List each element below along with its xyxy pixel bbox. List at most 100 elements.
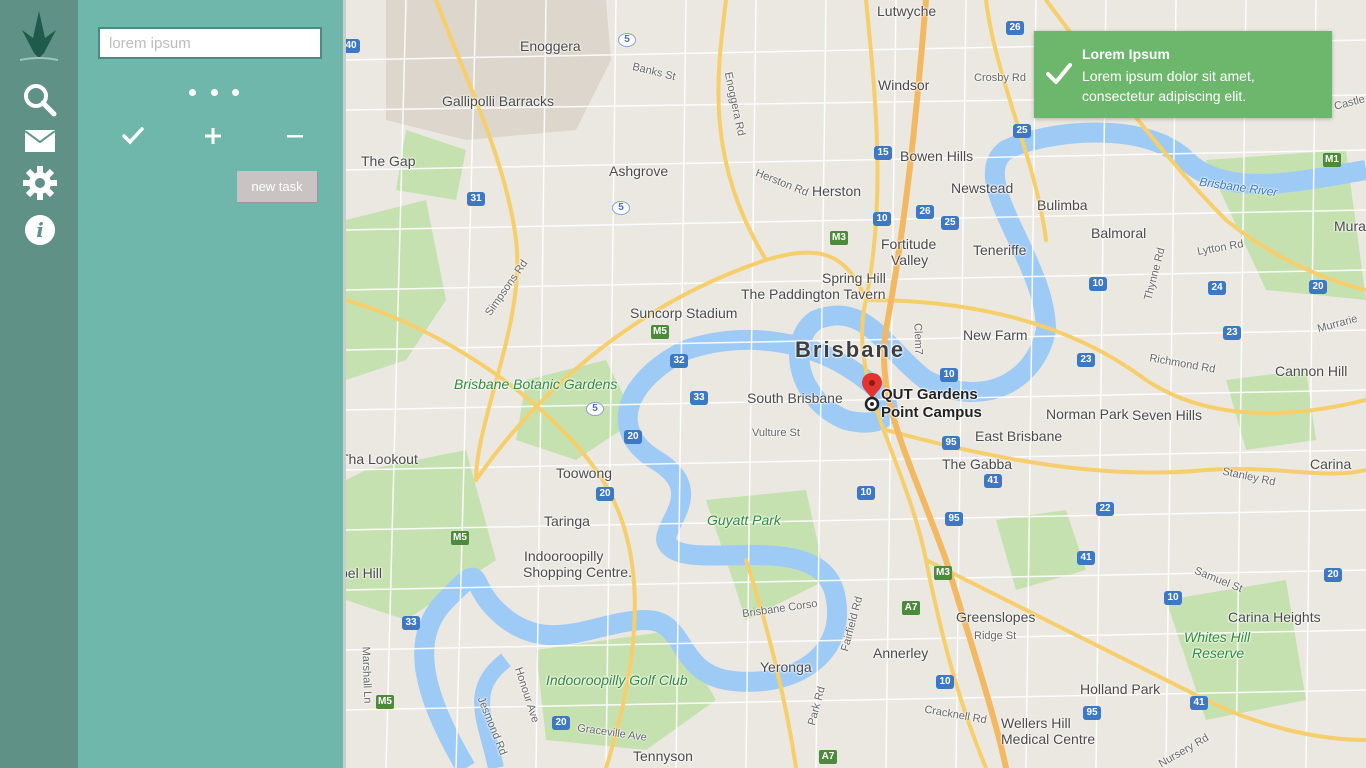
app-window: i new task bbox=[0, 0, 1366, 768]
map-street-label: Clem7 bbox=[911, 322, 925, 356]
map-place-label: Herston bbox=[812, 183, 862, 199]
map-place-label: Carina Heights bbox=[1228, 609, 1321, 625]
map-place-label: Valley bbox=[891, 252, 929, 268]
route-shield: 25 bbox=[941, 216, 959, 230]
map-marker-pin-icon[interactable] bbox=[858, 371, 886, 413]
route-shield: 25 bbox=[1013, 124, 1031, 138]
map-place-label: The Gap bbox=[361, 153, 416, 169]
map-place-label: Bowen Hills bbox=[900, 148, 974, 164]
map-place-label: Tennyson bbox=[633, 748, 693, 764]
map-street-label: Crosby Rd bbox=[974, 72, 1026, 84]
route-shield: 10 bbox=[873, 212, 891, 226]
route-shield: 20 bbox=[1309, 280, 1327, 294]
map-place-label: Fortitude bbox=[881, 236, 937, 252]
map-place-label: Lutwyche bbox=[877, 3, 937, 19]
map-marker-label: Point Campus bbox=[881, 404, 982, 421]
route-shield: 20 bbox=[552, 716, 570, 730]
notification-title: Lorem Ipsum bbox=[1082, 46, 1170, 62]
map-place-label: Enoggera bbox=[520, 38, 581, 54]
map-place-label: Gallipolli Barracks bbox=[442, 93, 555, 109]
route-shield: M3 bbox=[934, 566, 952, 580]
map-place-label: Yeronga bbox=[760, 659, 812, 675]
route-shield: 5 bbox=[612, 201, 630, 215]
map-street-label: Ridge St bbox=[974, 630, 1017, 642]
add-button[interactable] bbox=[199, 122, 227, 150]
map-park-label: Reserve bbox=[1192, 645, 1245, 661]
map-place-label: Windsor bbox=[878, 77, 930, 93]
map-place-label: Holland Park bbox=[1080, 681, 1161, 697]
map-place-label: Indooroopilly bbox=[524, 548, 604, 564]
route-shield: 41 bbox=[1077, 551, 1095, 565]
map-place-label: Cannon Hill bbox=[1275, 363, 1348, 379]
map-place-label: East Brisbane bbox=[975, 428, 1063, 444]
map-park-label: Guyatt Park bbox=[707, 512, 781, 528]
map-city-label: Brisbane bbox=[795, 337, 906, 362]
info-button[interactable]: i bbox=[20, 210, 60, 250]
mail-icon bbox=[25, 130, 55, 152]
map-place-label: Taringa bbox=[544, 513, 590, 529]
map-park-label: Indooroopilly Golf Club bbox=[546, 672, 688, 688]
map-place-label: South Brisbane bbox=[747, 390, 843, 406]
search-button[interactable] bbox=[20, 80, 60, 120]
mail-button[interactable] bbox=[20, 121, 60, 161]
settings-button[interactable] bbox=[20, 163, 60, 203]
map-place-label: The Paddington Tavern bbox=[741, 286, 886, 302]
route-shield: 32 bbox=[670, 354, 688, 368]
map-street-label: Marshall Ln bbox=[359, 646, 374, 704]
map-park-label: Whites Hill bbox=[1184, 629, 1251, 645]
route-shield: 5 bbox=[586, 402, 604, 416]
route-shield: M3 bbox=[830, 231, 848, 245]
route-shield: A7 bbox=[902, 601, 920, 615]
route-shield: 23 bbox=[1077, 353, 1095, 367]
route-shield: 20 bbox=[596, 487, 614, 501]
route-shield: 22 bbox=[1096, 502, 1114, 516]
map-place-label: Spring Hill bbox=[822, 270, 886, 286]
route-shield: 95 bbox=[945, 512, 963, 526]
route-shield: 15 bbox=[874, 146, 892, 160]
map-marker-label: QUT Gardens bbox=[881, 386, 978, 403]
map-place-label: The Gabba bbox=[942, 456, 1013, 472]
map-place-label: Shopping Centre. bbox=[523, 564, 632, 580]
map-place-label: Teneriffe bbox=[973, 242, 1027, 258]
route-shield: 10 bbox=[857, 486, 875, 500]
route-shield: 10 bbox=[936, 675, 954, 689]
notification-toast[interactable]: Lorem Ipsum Lorem ipsum dolor sit amet, … bbox=[1034, 31, 1332, 118]
map-place-label: Ashgrove bbox=[609, 163, 669, 179]
route-shield: 23 bbox=[1223, 326, 1241, 340]
notification-body: Lorem ipsum dolor sit amet, consectetur … bbox=[1082, 68, 1255, 104]
route-shield: 26 bbox=[916, 205, 934, 219]
map-place-label: Suncorp Stadium bbox=[630, 305, 738, 321]
route-shield: 40 bbox=[346, 39, 360, 53]
map-place-label: Tha Lookout bbox=[346, 451, 418, 467]
remove-button[interactable] bbox=[281, 122, 309, 150]
task-panel: new task bbox=[78, 0, 346, 768]
route-shield: 95 bbox=[942, 436, 960, 450]
icon-rail: i bbox=[0, 0, 78, 768]
plus-icon bbox=[205, 128, 221, 144]
task-search-input[interactable] bbox=[98, 27, 322, 59]
check-icon bbox=[122, 127, 144, 145]
map-place-label: Bulimba bbox=[1037, 197, 1088, 213]
svg-text:i: i bbox=[36, 218, 44, 242]
map-place-label: Mura bbox=[1334, 218, 1366, 234]
tree-logo-icon bbox=[16, 8, 62, 64]
route-shield: 10 bbox=[1089, 277, 1107, 291]
new-task-button[interactable]: new task bbox=[237, 171, 317, 202]
map-park-label: Brisbane Botanic Gardens bbox=[454, 376, 618, 392]
route-shield: A7 bbox=[819, 750, 837, 764]
map-place-label: Seven Hills bbox=[1132, 407, 1203, 423]
route-shield: 20 bbox=[624, 430, 642, 444]
map-place-label: Carina bbox=[1310, 456, 1352, 472]
route-shield: M5 bbox=[451, 531, 469, 545]
map-street-label: Vulture St bbox=[752, 427, 800, 439]
route-shield: 95 bbox=[1083, 706, 1101, 720]
route-shield: 24 bbox=[1208, 281, 1226, 295]
check-icon bbox=[1046, 63, 1072, 84]
route-shield: 33 bbox=[402, 616, 420, 630]
map-place-label: Annerley bbox=[873, 645, 929, 661]
complete-button[interactable] bbox=[119, 122, 147, 150]
route-shield: M5 bbox=[651, 325, 669, 339]
route-shield: 33 bbox=[690, 391, 708, 405]
map-place-label: bel Hill bbox=[346, 565, 383, 581]
more-options-icon[interactable] bbox=[189, 87, 239, 97]
